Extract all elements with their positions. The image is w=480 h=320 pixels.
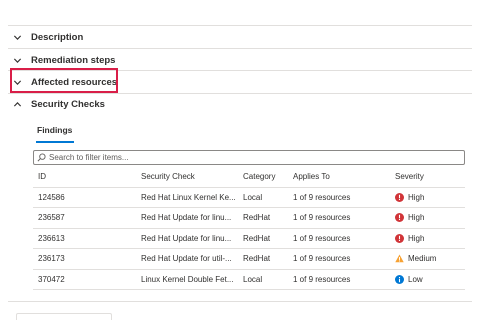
- error-icon: [395, 192, 404, 202]
- search-box[interactable]: [33, 150, 465, 165]
- chevron-up-icon: [8, 100, 26, 109]
- section-label: Description: [31, 31, 84, 43]
- column-header-severity[interactable]: Severity: [390, 166, 465, 188]
- severity-label: Medium: [408, 254, 437, 264]
- warning-icon: [395, 254, 404, 263]
- chevron-down-icon: [8, 33, 26, 42]
- section-security-checks[interactable]: Security Checks: [8, 93, 105, 115]
- table-row[interactable]: 370472 Linux Kernel Double Fet... Local …: [33, 269, 465, 290]
- cell-severity: Low: [390, 269, 465, 290]
- findings-table: ID Security Check Category Applies To Se…: [33, 166, 465, 290]
- chevron-down-icon: [8, 56, 26, 65]
- severity-label: High: [408, 233, 425, 243]
- table-row[interactable]: 236587 Red Hat Update for linu... RedHat…: [33, 207, 465, 229]
- cell-severity: High: [390, 228, 465, 249]
- cell-applies-to: 1 of 9 resources: [288, 248, 390, 270]
- section-label: Security Checks: [31, 98, 105, 110]
- cell-id: 236587: [33, 207, 136, 229]
- column-header-category[interactable]: Category: [238, 166, 288, 188]
- cell-applies-to: 1 of 9 resources: [288, 187, 390, 208]
- info-icon: [395, 274, 404, 284]
- cell-security-check: Red Hat Update for linu...: [136, 207, 238, 229]
- section-label: Remediation steps: [31, 54, 116, 66]
- highlight-box: [10, 68, 118, 93]
- bottom-tab-outline: [16, 313, 112, 320]
- cell-category: Local: [238, 269, 288, 290]
- table-header-row: ID Security Check Category Applies To Se…: [33, 166, 465, 188]
- cell-security-check: Red Hat Update for linu...: [136, 228, 238, 249]
- column-header-id[interactable]: ID: [33, 166, 136, 188]
- tab-active-indicator: [36, 141, 74, 143]
- cell-security-check: Linux Kernel Double Fet...: [136, 269, 238, 290]
- severity-label: Low: [408, 274, 423, 284]
- column-header-security-check[interactable]: Security Check: [136, 166, 238, 188]
- error-icon: [395, 213, 404, 223]
- cell-security-check: Red Hat Linux Kernel Ke...: [136, 187, 238, 208]
- cell-severity: High: [390, 187, 465, 208]
- table-row[interactable]: 124586 Red Hat Linux Kernel Ke... Local …: [33, 187, 465, 208]
- severity-label: High: [408, 192, 425, 202]
- table-row[interactable]: 236613 Red Hat Update for linu... RedHat…: [33, 228, 465, 249]
- column-header-applies-to[interactable]: Applies To: [288, 166, 390, 188]
- cell-severity: Medium: [390, 248, 465, 270]
- cell-category: Local: [238, 187, 288, 208]
- tab-findings[interactable]: Findings: [37, 125, 72, 135]
- search-input[interactable]: [49, 151, 449, 164]
- table-row[interactable]: 236173 Red Hat Update for util-... RedHa…: [33, 248, 465, 270]
- cell-security-check: Red Hat Update for util-...: [136, 248, 238, 270]
- severity-label: High: [408, 213, 425, 223]
- cell-id: 370472: [33, 269, 136, 290]
- cell-id: 236613: [33, 228, 136, 249]
- cell-id: 124586: [33, 187, 136, 208]
- cell-severity: High: [390, 207, 465, 229]
- cell-id: 236173: [33, 248, 136, 270]
- section-description[interactable]: Description: [8, 26, 83, 48]
- bottom-divider: [8, 301, 472, 302]
- cell-applies-to: 1 of 9 resources: [288, 269, 390, 290]
- cell-category: RedHat: [238, 248, 288, 270]
- cell-category: RedHat: [238, 228, 288, 249]
- cell-applies-to: 1 of 9 resources: [288, 228, 390, 249]
- cell-applies-to: 1 of 9 resources: [288, 207, 390, 229]
- error-icon: [395, 233, 404, 243]
- cell-category: RedHat: [238, 207, 288, 229]
- search-icon: [37, 149, 49, 167]
